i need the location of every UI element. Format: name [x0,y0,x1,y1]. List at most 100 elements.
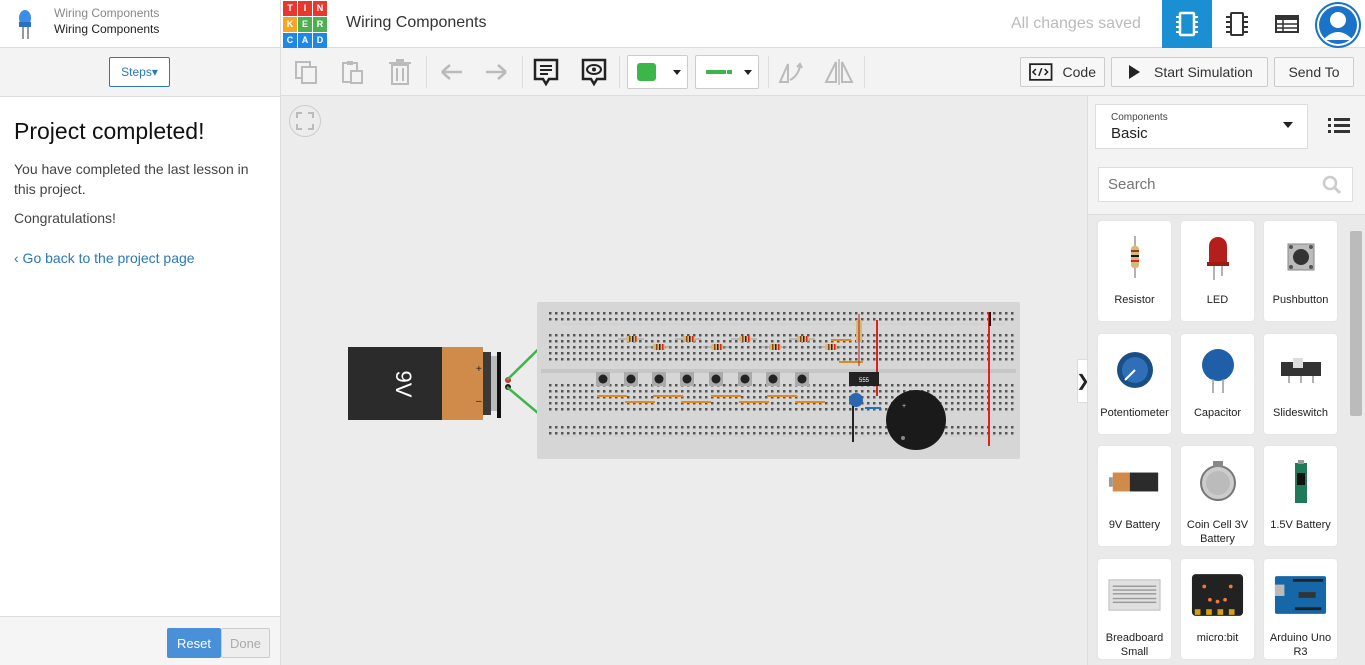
component-name: Pushbutton [1272,294,1329,306]
paste-button[interactable] [336,56,368,88]
delete-button[interactable] [384,56,416,88]
component-name: Resistor [1114,294,1155,306]
component-name: Arduino Uno R3 [1269,632,1332,658]
user-avatar[interactable] [1315,2,1361,48]
play-icon [1129,65,1140,79]
component-tile-slideswitch[interactable]: Slideswitch [1264,334,1337,434]
coin-cell-icon [1199,461,1236,501]
flip-button[interactable] [823,56,855,88]
code-label: Code [1062,64,1096,80]
eye-note-icon [581,58,607,87]
battery-9v[interactable]: 9V + – [348,347,511,420]
copy-icon [295,61,317,84]
led-icon [1206,237,1229,280]
redo-button[interactable] [481,56,513,88]
components-dropdown[interactable]: Components Basic [1095,104,1308,149]
battery-minus-sign: – [476,396,482,407]
component-list-view-button[interactable] [1262,0,1312,48]
battery-label: 9V [391,371,416,398]
list-view-icon[interactable] [1328,116,1350,134]
toggle-notes-button[interactable] [578,56,610,88]
logo-letter: I [298,1,312,16]
save-status: All changes saved [1011,15,1141,32]
pushbutton[interactable] [680,372,694,386]
code-button[interactable]: Code [1020,57,1105,87]
logo-letter: K [283,17,297,32]
toolbar-divider [522,56,523,88]
component-name: Capacitor [1193,407,1242,419]
toolbar: Code Start Simulation Send To [281,48,1365,96]
lesson-body: You have completed the last lesson in th… [14,161,249,197]
wire-type-dropdown[interactable] [695,55,759,89]
components-dropdown-label: Components [1111,112,1168,123]
component-search-input[interactable] [1099,168,1309,201]
pushbutton[interactable] [624,372,638,386]
lesson-congrats: Congratulations! [14,210,116,226]
code-icon [1029,63,1053,81]
ic-555[interactable]: 555 [849,372,879,386]
copy-button[interactable] [290,56,322,88]
arduino-icon [1274,576,1327,614]
battery-plus-sign: + [476,364,482,375]
send-to-button[interactable]: Send To [1274,57,1354,87]
steps-bar: Steps▾ [0,48,280,97]
circuit-drawing[interactable]: 9V + – 555 + [341,296,1101,496]
back-to-project-link[interactable]: ‹ Go back to the project page [14,250,195,266]
component-name: Breadboard Small [1105,632,1164,658]
chip-icon [1226,12,1248,36]
lesson-title: Project completed! [14,118,205,144]
component-tile-coin-cell[interactable]: Coin Cell 3V Battery [1181,446,1254,546]
pushbutton[interactable] [652,372,666,386]
tinkercad-logo[interactable]: T I N K E R C A D [283,0,327,48]
toolbar-divider [619,56,620,88]
ic-555-label: 555 [859,378,870,384]
pushbutton[interactable] [766,372,780,386]
components-scrollbar[interactable] [1350,231,1362,416]
send-to-label: Send To [1288,64,1340,80]
component-tile-arduino[interactable]: Arduino Uno R3 [1264,559,1337,659]
component-name: Coin Cell 3V Battery [1186,519,1249,545]
component-tile-microbit[interactable]: micro:bit [1181,559,1254,659]
component-tile-led[interactable]: LED [1181,221,1254,321]
piezo-buzzer[interactable]: + [886,390,946,450]
schematic-view-button[interactable] [1212,0,1262,48]
component-tile-1-5v-battery[interactable]: 1.5V Battery [1264,446,1337,546]
pushbutton[interactable] [709,372,723,386]
component-tile-potentiometer[interactable]: Potentiometer [1098,334,1171,434]
flip-icon [824,59,854,85]
wire-color-dropdown[interactable] [627,55,688,89]
start-simulation-label: Start Simulation [1154,64,1253,80]
circuit-view-button[interactable] [1162,0,1212,48]
notes-button[interactable] [530,56,562,88]
toolbar-divider [426,56,427,88]
trash-icon [389,59,411,85]
start-simulation-button[interactable]: Start Simulation [1111,57,1268,87]
logo-letter: C [283,33,297,48]
undo-button[interactable] [435,56,467,88]
components-grid: Resistor LED Pushbutton Potentiometer Ca… [1088,214,1365,665]
rotate-button[interactable] [774,56,806,88]
buzzer-plus-sign: + [902,403,906,410]
zoom-to-fit-button[interactable] [289,105,321,137]
design-title[interactable]: Wiring Components [346,14,487,32]
done-button[interactable]: Done [221,628,270,658]
pushbutton[interactable] [795,372,809,386]
component-tile-resistor[interactable]: Resistor [1098,221,1171,321]
component-name: Slideswitch [1272,407,1329,419]
pushbutton[interactable] [596,372,610,386]
note-icon [533,58,559,87]
component-tile-breadboard-small[interactable]: Breadboard Small [1098,559,1171,659]
workplane-canvas[interactable]: 9V + – 555 + ❯ [281,96,1090,665]
lesson-header[interactable]: Wiring Components Wiring Components [0,0,281,48]
component-tile-9v-battery[interactable]: 9V Battery [1098,446,1171,546]
component-tile-capacitor[interactable]: Capacitor [1181,334,1254,434]
pushbutton-icon [1287,243,1314,271]
logo-letter: N [313,1,327,16]
steps-button[interactable]: Steps▾ [109,57,170,87]
component-tile-pushbutton[interactable]: Pushbutton [1264,221,1337,321]
lesson-name: Wiring Components [54,22,160,36]
project-name: Wiring Components [54,6,160,20]
logo-letter: T [283,1,297,16]
reset-button[interactable]: Reset [167,628,221,658]
pushbutton[interactable] [738,372,752,386]
